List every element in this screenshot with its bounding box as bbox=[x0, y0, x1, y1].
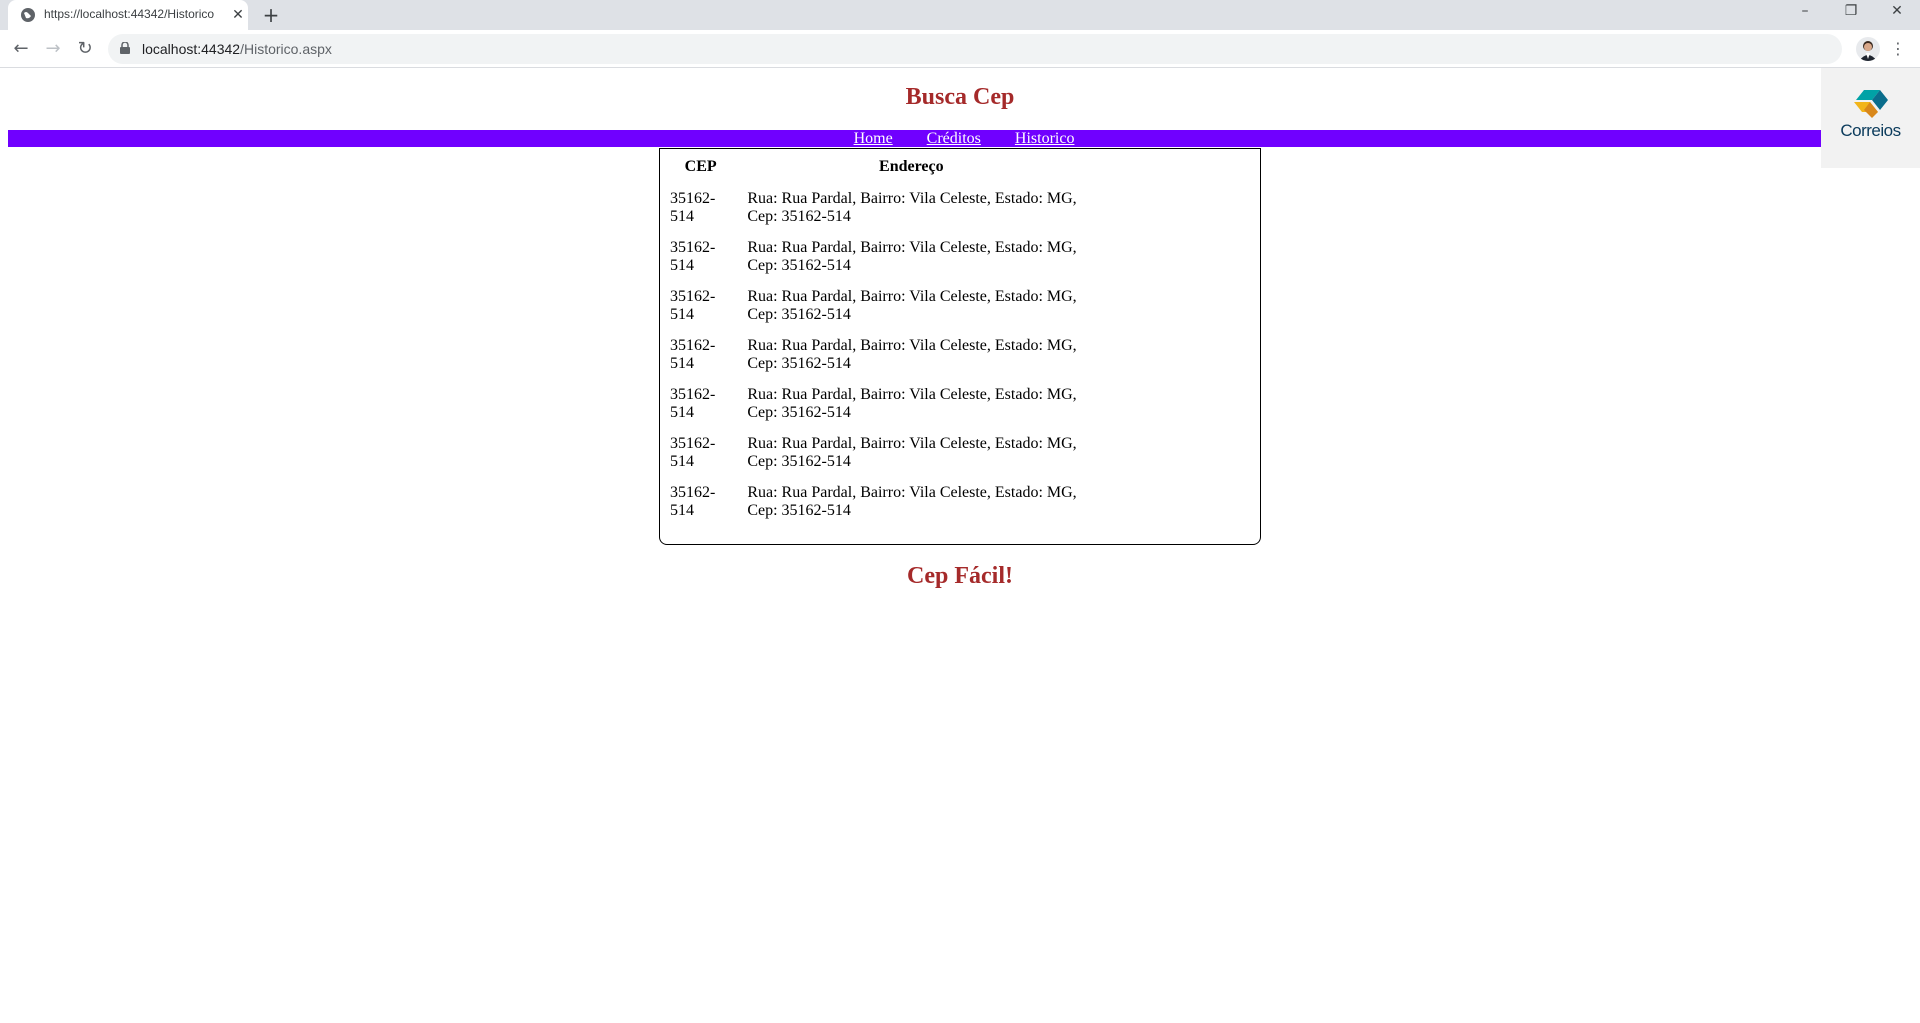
table-row: 35162- 514 Rua: Rua Pardal, Bairro: Vila … bbox=[670, 324, 1091, 373]
address-line2: Cep: 35162-514 bbox=[747, 208, 851, 225]
address-cell: Rua: Rua Pardal, Bairro: Vila Celeste, E… bbox=[731, 324, 1091, 373]
profile-avatar[interactable] bbox=[1856, 37, 1880, 61]
cep-line1: 35162- bbox=[670, 288, 716, 305]
url-path: /Historico.aspx bbox=[240, 41, 332, 57]
cep-line2: 514 bbox=[670, 404, 694, 421]
reload-icon[interactable]: ↻ bbox=[73, 37, 97, 61]
address-bar[interactable]: localhost:44342/Historico.aspx ☆ bbox=[108, 34, 1842, 64]
address-line2: Cep: 35162-514 bbox=[747, 453, 851, 470]
address-line2: Cep: 35162-514 bbox=[747, 355, 851, 372]
cep-line2: 514 bbox=[670, 208, 694, 225]
address-line1: Rua: Rua Pardal, Bairro: Vila Celeste, E… bbox=[747, 288, 1077, 305]
plus-icon[interactable]: + bbox=[260, 4, 282, 26]
page-title: Busca Cep bbox=[905, 84, 1015, 110]
correios-logo-mark bbox=[1854, 90, 1888, 118]
address-line1: Rua: Rua Pardal, Bairro: Vila Celeste, E… bbox=[747, 435, 1077, 452]
table-row: 35162- 514 Rua: Rua Pardal, Bairro: Vila … bbox=[670, 226, 1091, 275]
address-cell: Rua: Rua Pardal, Bairro: Vila Celeste, E… bbox=[731, 471, 1091, 520]
address-line2: Cep: 35162-514 bbox=[747, 306, 851, 323]
close-icon[interactable]: ✕ bbox=[228, 5, 248, 25]
cep-cell: 35162- 514 bbox=[670, 324, 731, 373]
address-line2: Cep: 35162-514 bbox=[747, 257, 851, 274]
header-cep: CEP bbox=[684, 158, 717, 175]
address-line1: Rua: Rua Pardal, Bairro: Vila Celeste, E… bbox=[747, 190, 1077, 207]
lock-icon bbox=[120, 42, 130, 54]
cep-line1: 35162- bbox=[670, 484, 716, 501]
back-icon[interactable]: ← bbox=[9, 37, 33, 61]
cep-line1: 35162- bbox=[670, 337, 716, 354]
cep-line2: 514 bbox=[670, 502, 694, 519]
address-line1: Rua: Rua Pardal, Bairro: Vila Celeste, E… bbox=[747, 484, 1077, 501]
correios-logo: Correios bbox=[1821, 68, 1920, 168]
address-cell: Rua: Rua Pardal, Bairro: Vila Celeste, E… bbox=[731, 422, 1091, 471]
nav-links: Home Créditos Historico bbox=[8, 130, 1920, 147]
person-icon bbox=[1859, 41, 1877, 61]
browser-tab[interactable]: https://localhost:44342/Historico ✕ bbox=[8, 0, 248, 30]
footer-title: Cep Fácil! bbox=[907, 563, 1013, 589]
cep-cell: 35162- 514 bbox=[670, 471, 731, 520]
table-row: 35162- 514 Rua: Rua Pardal, Bairro: Vila … bbox=[670, 471, 1091, 520]
url-host: localhost:44342 bbox=[142, 41, 241, 57]
cep-line2: 514 bbox=[670, 453, 694, 470]
cep-cell: 35162- 514 bbox=[670, 275, 731, 324]
address-line2: Cep: 35162-514 bbox=[747, 502, 851, 519]
cep-line1: 35162- bbox=[670, 386, 716, 403]
address-line1: Rua: Rua Pardal, Bairro: Vila Celeste, E… bbox=[747, 386, 1077, 403]
cep-line1: 35162- bbox=[670, 190, 716, 207]
cep-line2: 514 bbox=[670, 306, 694, 323]
url-text: localhost:44342/Historico.aspx bbox=[142, 41, 332, 57]
address-cell: Rua: Rua Pardal, Bairro: Vila Celeste, E… bbox=[731, 275, 1091, 324]
nav-bar: Home Créditos Historico bbox=[8, 130, 1920, 147]
table-row: 35162- 514 Rua: Rua Pardal, Bairro: Vila … bbox=[670, 373, 1091, 422]
browser-toolbar: ← → ↻ localhost:44342/Historico.aspx ☆ ⋮ bbox=[0, 30, 1920, 68]
minimize-icon[interactable]: – bbox=[1782, 0, 1828, 24]
browser-tab-bar: https://localhost:44342/Historico ✕ + – … bbox=[0, 0, 1920, 30]
tab-title: https://localhost:44342/Historico bbox=[44, 7, 215, 21]
history-panel: CEP Endereço 35162- 514 Rua: Rua Pardal, … bbox=[659, 148, 1261, 545]
table-row: 35162- 514 Rua: Rua Pardal, Bairro: Vila … bbox=[670, 177, 1091, 226]
address-line2: Cep: 35162-514 bbox=[747, 404, 851, 421]
globe-icon bbox=[21, 8, 35, 22]
address-cell: Rua: Rua Pardal, Bairro: Vila Celeste, E… bbox=[731, 373, 1091, 422]
forward-icon[interactable]: → bbox=[41, 37, 65, 61]
history-table: CEP Endereço 35162- 514 Rua: Rua Pardal, … bbox=[670, 157, 1091, 520]
cep-cell: 35162- 514 bbox=[670, 226, 731, 275]
cep-line2: 514 bbox=[670, 355, 694, 372]
cep-cell: 35162- 514 bbox=[670, 422, 731, 471]
table-row: 35162- 514 Rua: Rua Pardal, Bairro: Vila … bbox=[670, 275, 1091, 324]
address-line1: Rua: Rua Pardal, Bairro: Vila Celeste, E… bbox=[747, 337, 1077, 354]
address-line1: Rua: Rua Pardal, Bairro: Vila Celeste, E… bbox=[747, 239, 1077, 256]
nav-link-home[interactable]: Home bbox=[854, 130, 893, 147]
nav-link-creditos[interactable]: Créditos bbox=[927, 130, 981, 147]
address-cell: Rua: Rua Pardal, Bairro: Vila Celeste, E… bbox=[731, 226, 1091, 275]
header-endereco: Endereço bbox=[879, 158, 944, 175]
cep-line1: 35162- bbox=[670, 239, 716, 256]
cep-cell: 35162- 514 bbox=[670, 177, 731, 226]
restore-icon[interactable]: ❐ bbox=[1828, 0, 1874, 24]
cep-line2: 514 bbox=[670, 257, 694, 274]
cep-cell: 35162- 514 bbox=[670, 373, 731, 422]
cep-line1: 35162- bbox=[670, 435, 716, 452]
nav-link-historico[interactable]: Historico bbox=[1015, 130, 1075, 147]
window-close-icon[interactable]: ✕ bbox=[1874, 0, 1920, 24]
logo-text: Correios bbox=[1840, 121, 1901, 140]
menu-icon[interactable]: ⋮ bbox=[1888, 37, 1908, 61]
table-header-row: CEP Endereço bbox=[670, 157, 1091, 177]
address-cell: Rua: Rua Pardal, Bairro: Vila Celeste, E… bbox=[731, 177, 1091, 226]
table-row: 35162- 514 Rua: Rua Pardal, Bairro: Vila … bbox=[670, 422, 1091, 471]
